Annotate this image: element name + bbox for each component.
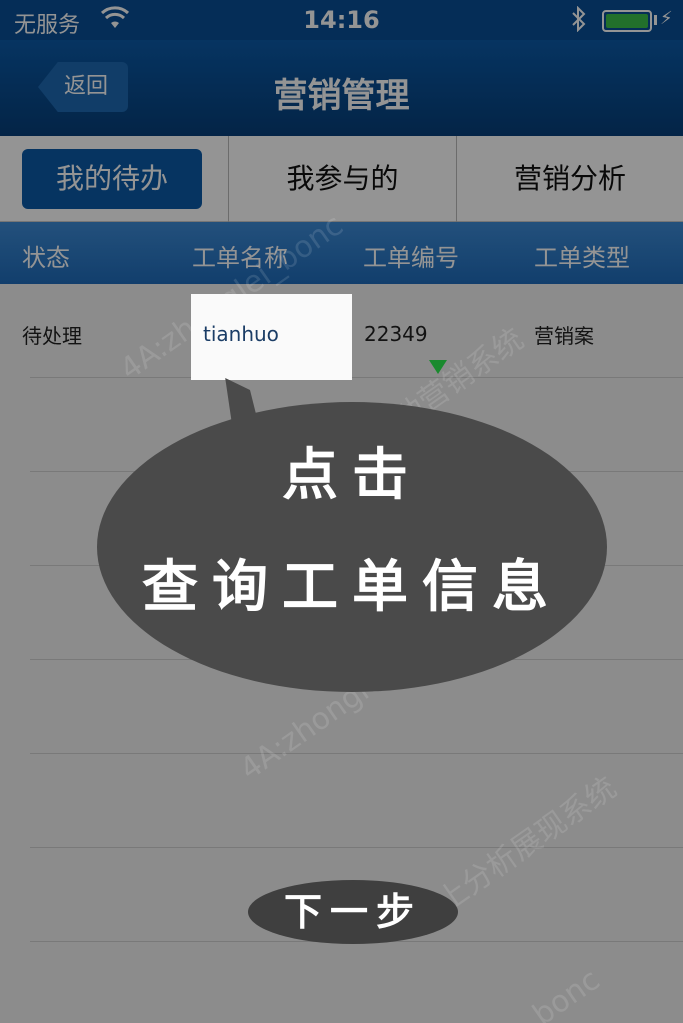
highlighted-order-name-text: tianhuo: [203, 322, 279, 346]
highlighted-order-name[interactable]: tianhuo: [191, 294, 352, 380]
dropdown-arrow-icon[interactable]: [429, 360, 447, 374]
guide-instruction-line2: 查询工单信息: [142, 554, 562, 620]
next-step-button[interactable]: 下一步: [248, 880, 458, 944]
guide-instruction-line1: 点击: [282, 442, 422, 508]
speech-bubble: 点击 查询工单信息: [97, 402, 607, 692]
